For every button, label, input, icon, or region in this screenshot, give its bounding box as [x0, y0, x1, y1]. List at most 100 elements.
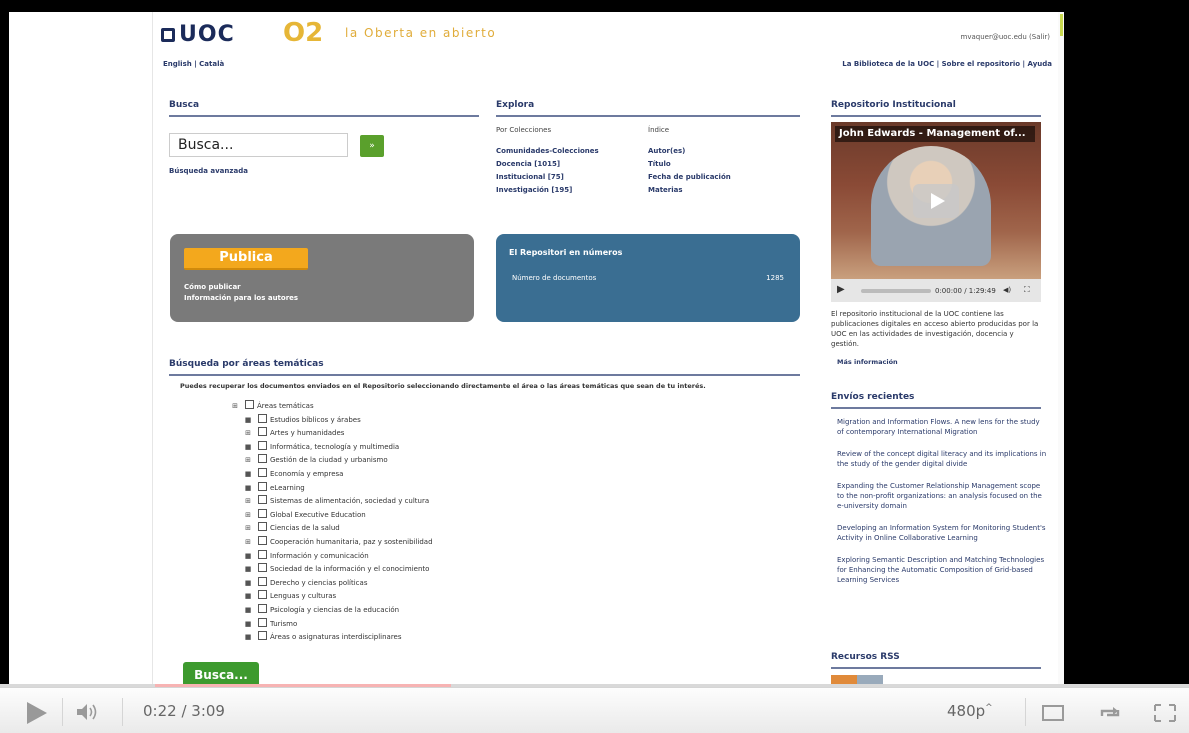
- divider: [62, 698, 63, 726]
- expand-icon[interactable]: ⊞: [231, 400, 239, 414]
- expand-icon[interactable]: ■: [244, 482, 252, 496]
- checkbox[interactable]: [258, 495, 267, 505]
- tree-item: ■ eLearning: [231, 481, 433, 496]
- explora-link[interactable]: Fecha de publicación: [648, 171, 731, 184]
- recent-item[interactable]: Exploring Semantic Description and Match…: [837, 555, 1047, 585]
- checkbox[interactable]: [245, 400, 254, 409]
- explora-link[interactable]: Autor(es): [648, 145, 731, 158]
- tree-item-label: Información y comunicación: [270, 551, 369, 560]
- popout-icon[interactable]: [1040, 702, 1066, 724]
- fullscreen-icon[interactable]: [1152, 702, 1178, 724]
- expand-icon[interactable]: ⊞: [244, 536, 252, 550]
- checkbox[interactable]: [258, 481, 267, 491]
- embedded-video[interactable]: John Edwards - Management of... ▶ 0:00:0…: [831, 122, 1041, 302]
- checkbox[interactable]: [258, 413, 267, 423]
- recent-item[interactable]: Expanding the Customer Relationship Mana…: [837, 481, 1047, 511]
- expand-icon[interactable]: ■: [244, 590, 252, 604]
- expand-icon[interactable]: ⊞: [244, 454, 252, 468]
- checkbox[interactable]: [258, 467, 267, 477]
- embedded-play-icon[interactable]: ▶: [837, 284, 845, 295]
- how-to-publish-link[interactable]: Cómo publicar: [184, 282, 298, 293]
- expand-icon[interactable]: ■: [244, 631, 252, 645]
- embedded-volume-icon[interactable]: ◀): [1003, 286, 1011, 294]
- checkbox[interactable]: [258, 617, 267, 627]
- video-frame: UOC O2 la Oberta en abierto mvaquer@uoc.…: [9, 12, 1064, 685]
- embedded-seekbar[interactable]: [861, 289, 931, 293]
- checkbox[interactable]: [258, 590, 267, 600]
- tree-item: ⊞ Sistemas de alimentación, sociedad y cu…: [231, 495, 433, 509]
- explora-link[interactable]: Investigación [195]: [496, 184, 599, 197]
- tree-item: ⊞ Artes y humanidades: [231, 427, 433, 441]
- tree-item-label: Economía y empresa: [270, 469, 344, 478]
- search-go-button[interactable]: »: [360, 135, 384, 157]
- expand-icon[interactable]: ■: [244, 414, 252, 428]
- scroll-track[interactable]: [1058, 12, 1064, 685]
- video-area[interactable]: UOC O2 la Oberta en abierto mvaquer@uoc.…: [0, 0, 1189, 685]
- more-info-link[interactable]: Más información: [837, 358, 898, 366]
- tree-item-label: Derecho y ciencias políticas: [270, 578, 368, 587]
- expand-icon[interactable]: ■: [244, 563, 252, 577]
- language-links[interactable]: English | Català: [163, 60, 224, 68]
- loop-icon[interactable]: [1097, 702, 1123, 724]
- explora-link[interactable]: Institucional [75]: [496, 171, 599, 184]
- checkbox[interactable]: [258, 549, 267, 559]
- expand-icon[interactable]: ⊞: [244, 522, 252, 536]
- embedded-fullscreen-icon[interactable]: ⛶: [1024, 285, 1030, 295]
- publish-panel: Publica Cómo publicar Información para l…: [170, 234, 474, 322]
- top-links[interactable]: La Biblioteca de la UOC | Sobre el repos…: [842, 60, 1052, 68]
- recent-item[interactable]: Migration and Information Flows. A new l…: [837, 417, 1047, 437]
- explora-link[interactable]: Materias: [648, 184, 731, 197]
- o2-logo[interactable]: O2: [283, 18, 323, 48]
- tree-item: ⊞ Ciencias de la salud: [231, 522, 433, 536]
- tree-item: ⊞ Cooperación humanitaria, paz y sostenib…: [231, 535, 433, 550]
- expand-icon[interactable]: ⊞: [244, 495, 252, 509]
- explora-link[interactable]: Docencia [1015]: [496, 158, 599, 171]
- explora-link[interactable]: Título: [648, 158, 731, 171]
- play-icon[interactable]: [913, 184, 959, 218]
- explora-col2-header: Índice: [648, 126, 670, 134]
- search-input[interactable]: Busca...: [169, 133, 348, 157]
- checkbox[interactable]: [258, 631, 267, 641]
- uoc-logo[interactable]: UOC: [161, 22, 235, 47]
- tree-item: ■ Información y comunicación: [231, 549, 433, 564]
- expand-icon[interactable]: ■: [244, 441, 252, 455]
- checkbox[interactable]: [258, 508, 267, 518]
- uoc-logo-text: UOC: [179, 22, 235, 47]
- checkbox[interactable]: [258, 454, 267, 464]
- checkbox[interactable]: [258, 576, 267, 586]
- tree-item: ■ Economía y empresa: [231, 467, 433, 482]
- expand-icon[interactable]: ⊞: [244, 509, 252, 523]
- expand-icon[interactable]: ■: [244, 604, 252, 618]
- expand-icon[interactable]: ⊞: [244, 427, 252, 441]
- publish-button[interactable]: Publica: [184, 248, 308, 270]
- embedded-video-controls: ▶ 0:00:00 / 1:29:49 ◀) ⛶: [831, 279, 1041, 302]
- quality-button[interactable]: 480p^: [947, 702, 993, 720]
- tree-item-label: Sociedad de la información y el conocimi…: [270, 565, 430, 574]
- play-icon[interactable]: [27, 702, 47, 724]
- scroll-thumb[interactable]: [1060, 14, 1063, 36]
- advanced-search-link[interactable]: Búsqueda avanzada: [169, 167, 248, 175]
- author-info-link[interactable]: Información para los autores: [184, 293, 298, 304]
- divider: [1025, 698, 1026, 726]
- tree-item-label: Turismo: [270, 619, 298, 628]
- rss-title: Recursos RSS: [831, 652, 1041, 669]
- expand-icon[interactable]: ■: [244, 618, 252, 632]
- recent-item[interactable]: Developing an Information System for Mon…: [837, 523, 1047, 543]
- tree-item: ⊞ Gestión de la ciudad y urbanismo: [231, 454, 433, 468]
- checkbox[interactable]: [258, 427, 267, 437]
- tree-item: ■ Derecho y ciencias políticas: [231, 576, 433, 591]
- areas-search-button[interactable]: Busca...: [183, 662, 259, 685]
- checkbox[interactable]: [258, 440, 267, 450]
- checkbox[interactable]: [258, 535, 267, 545]
- checkbox[interactable]: [258, 603, 267, 613]
- expand-icon[interactable]: ■: [244, 550, 252, 564]
- user-link[interactable]: mvaquer@uoc.edu (Salir): [961, 33, 1050, 41]
- expand-icon[interactable]: ■: [244, 577, 252, 591]
- volume-icon[interactable]: [76, 703, 98, 721]
- checkbox[interactable]: [258, 522, 267, 532]
- explora-link[interactable]: Comunidades-Colecciones: [496, 145, 599, 158]
- player-controls: 0:22 / 3:09 480p^: [0, 687, 1189, 733]
- recent-item[interactable]: Review of the concept digital literacy a…: [837, 449, 1047, 469]
- checkbox[interactable]: [258, 563, 267, 573]
- expand-icon[interactable]: ■: [244, 468, 252, 482]
